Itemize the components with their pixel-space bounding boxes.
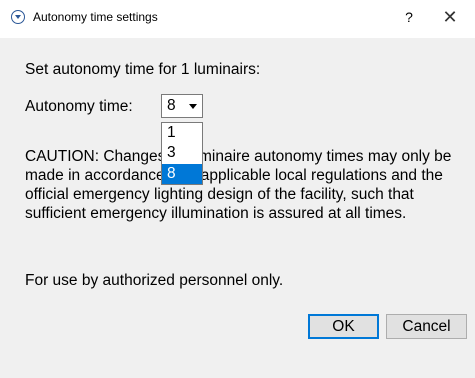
- dialog-heading: Set autonomy time for 1 luminairs:: [25, 61, 261, 78]
- authorized-note: For use by authorized personnel only.: [25, 272, 284, 289]
- title-bar[interactable]: Autonomy time settings ? ✕: [0, 0, 475, 38]
- caution-text: CAUTION: Changes to luminaire autonomy t…: [25, 148, 452, 222]
- dialog-body: Set autonomy time for 1 luminairs: Auton…: [0, 38, 475, 378]
- dropdown-option-8[interactable]: 8: [162, 164, 202, 184]
- window-title: Autonomy time settings: [33, 10, 158, 24]
- autonomy-time-combobox[interactable]: 8: [161, 94, 203, 118]
- chevron-down-icon[interactable]: [189, 104, 197, 109]
- dropdown-option-3[interactable]: 3: [162, 143, 202, 163]
- cancel-button[interactable]: Cancel: [386, 314, 467, 339]
- dropdown-option-1[interactable]: 1: [162, 123, 202, 143]
- close-button[interactable]: ✕: [437, 6, 463, 28]
- autonomy-time-label: Autonomy time:: [25, 98, 133, 115]
- ok-button[interactable]: OK: [308, 314, 379, 339]
- combobox-selected-value: 8: [167, 97, 176, 114]
- autonomy-time-dropdown-list: 1 3 8: [161, 122, 203, 185]
- app-dropdown-icon: [11, 10, 25, 24]
- help-button[interactable]: ?: [398, 7, 420, 27]
